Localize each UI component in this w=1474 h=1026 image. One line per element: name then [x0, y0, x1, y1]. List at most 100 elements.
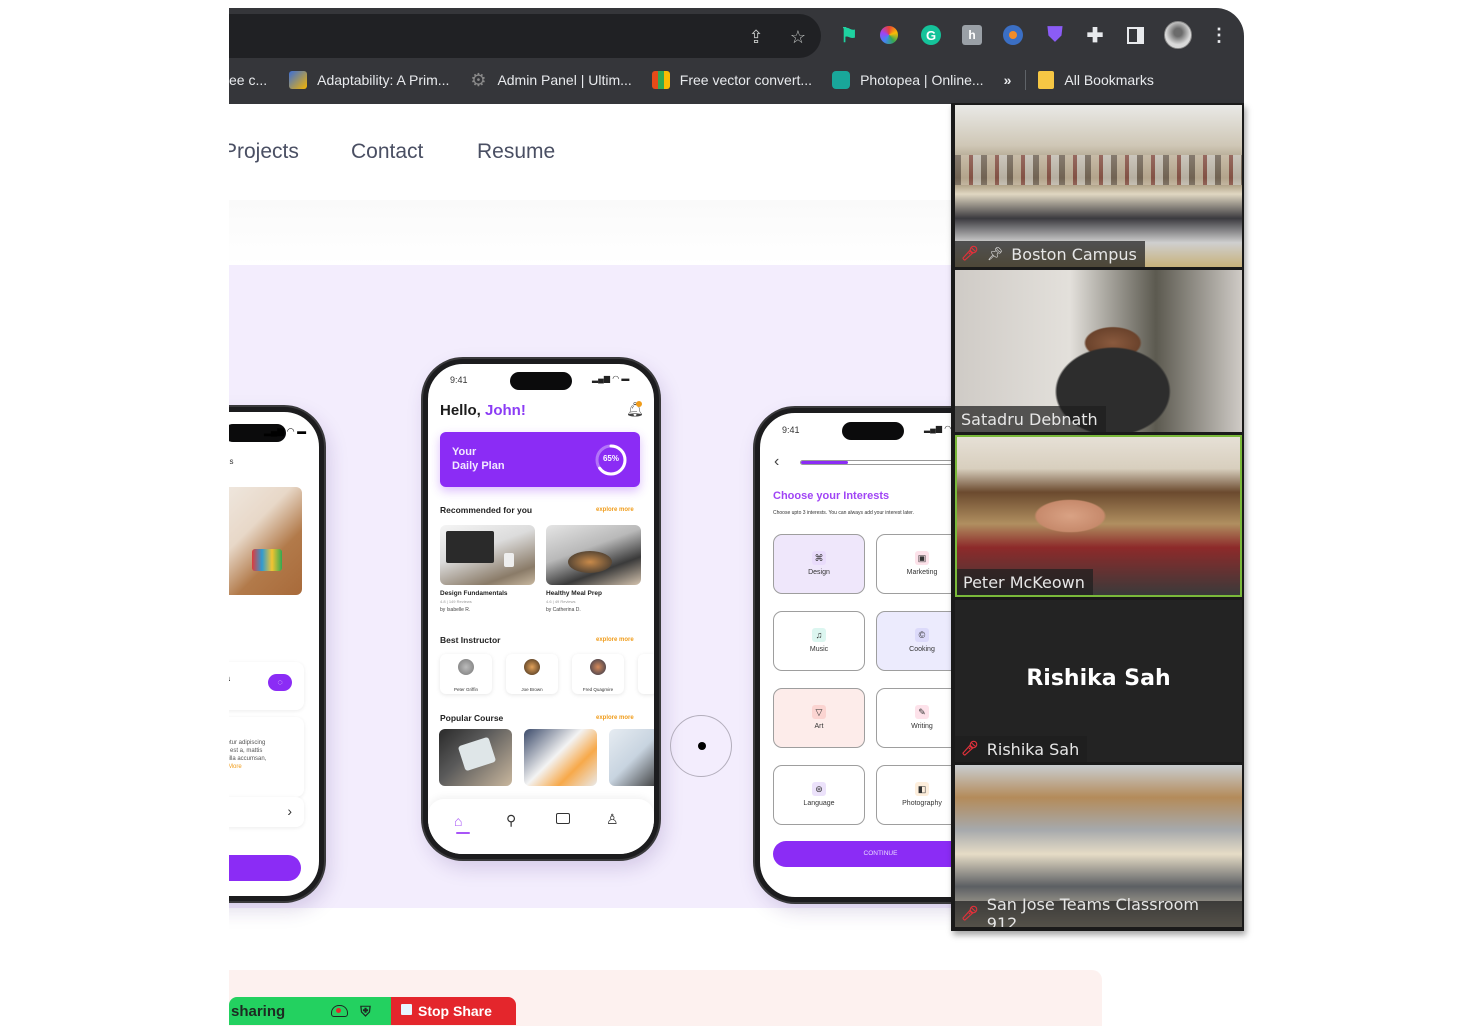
marketing-icon: ▣: [915, 551, 929, 565]
extensions-puzzle-icon[interactable]: ✚: [1083, 23, 1107, 47]
bookmarks-overflow-button[interactable]: »: [1004, 72, 1012, 88]
bookmark-1[interactable]: Adaptability: A Prim...: [289, 71, 449, 89]
avatar: [458, 659, 474, 675]
more-menu-icon[interactable]: ⋮: [1207, 23, 1231, 47]
shield-extension-icon[interactable]: ⛊: [1043, 23, 1067, 47]
bottom-tab-bar: ⌂ ⚲ ♙: [428, 799, 654, 854]
explore-more-instructor[interactable]: explore more: [596, 637, 634, 643]
status-icons: ▂▄▆ ◠ ▬: [264, 426, 307, 436]
section-title-instructor: Best Instructor: [440, 635, 501, 645]
participant-tile-2[interactable]: Peter McKeown: [955, 435, 1242, 597]
nav-resume[interactable]: Resume: [477, 140, 555, 164]
address-bar[interactable]: ⇪ ☆: [229, 14, 821, 58]
greeting: Hello, John!: [440, 402, 526, 419]
stop-icon: [401, 1003, 412, 1015]
chevron-right-icon: ›: [287, 803, 292, 819]
color-wheel-extension-icon[interactable]: [877, 23, 901, 47]
participant-name-tag: 🎤︎ San Jose Teams Classroom 912: [955, 895, 1242, 927]
bookmark-0[interactable]: ee c...: [229, 72, 267, 88]
chat-icon[interactable]: [556, 813, 570, 824]
art-icon: ▽: [812, 705, 826, 719]
folder-icon: [1038, 71, 1055, 89]
course-card-0: Design Fundamentals 4.8 | 149 Reviews by…: [440, 590, 508, 613]
nav-projects[interactable]: Projects: [229, 140, 299, 164]
bookmark-2[interactable]: ⚙ Admin Panel | Ultim...: [469, 71, 631, 89]
status-icons: ▂▄▆ ◠ ▬: [592, 374, 630, 383]
adaptability-icon: [289, 71, 308, 89]
bookmark-star-icon[interactable]: ☆: [787, 26, 809, 48]
participant-tile-1[interactable]: Satadru Debnath: [955, 270, 1242, 432]
popular-course-0[interactable]: [439, 729, 512, 786]
list-row[interactable]: ›: [229, 797, 304, 827]
explore-more-recommended[interactable]: explore more: [596, 507, 634, 513]
search-icon[interactable]: ⚲: [506, 812, 516, 829]
instructor-card-0[interactable]: Peter Griffin: [440, 654, 492, 694]
bookmark-3[interactable]: Free vector convert...: [651, 71, 812, 89]
sharing-status-bar: sharing ⛨: [229, 997, 391, 1025]
enroll-button[interactable]: [229, 855, 301, 881]
interest-language[interactable]: ⊛ Language: [773, 765, 865, 825]
bookmark-4[interactable]: Photopea | Online...: [832, 71, 984, 89]
photography-icon: ◧: [915, 782, 929, 796]
read-more-link[interactable]: l More: [229, 763, 304, 771]
status-time: 9:41: [782, 425, 800, 435]
share-icon[interactable]: ⇪: [745, 26, 767, 48]
course-image-design[interactable]: [440, 525, 535, 585]
avatar: [524, 659, 540, 675]
popular-course-2[interactable]: [609, 729, 654, 786]
interest-art[interactable]: ▽ Art: [773, 688, 865, 748]
grammarly-extension-icon[interactable]: G: [919, 23, 943, 47]
language-icon: ⊛: [812, 782, 826, 796]
explore-more-popular[interactable]: explore more: [596, 715, 634, 721]
chat-button[interactable]: ◌: [268, 674, 292, 691]
home-icon[interactable]: ⌂: [454, 813, 462, 829]
interest-music[interactable]: ♫ Music: [773, 611, 865, 671]
participant-tile-3[interactable]: Rishika Sah 🎤︎ Rishika Sah: [955, 600, 1242, 762]
interests-title: Choose your Interests: [773, 490, 890, 502]
status-time: 9:41: [450, 375, 468, 385]
h-extension-icon[interactable]: h: [960, 23, 984, 47]
section-title-popular: Popular Course: [440, 713, 504, 723]
nav-contact[interactable]: Contact: [351, 140, 423, 164]
daily-plan-card[interactable]: Your Daily Plan 65%: [440, 432, 640, 487]
dynamic-island: [510, 372, 572, 390]
vector-convert-icon: [651, 71, 670, 89]
profile-avatar[interactable]: [1163, 20, 1193, 50]
profile-icon[interactable]: ♙: [606, 811, 619, 828]
back-chevron-icon[interactable]: ‹: [774, 453, 779, 471]
interest-design[interactable]: ⌘ Design: [773, 534, 865, 594]
bookmarks-bar: ee c... Adaptability: A Prim... ⚙ Admin …: [229, 64, 1244, 96]
instructor-card-1[interactable]: Joe Brown: [506, 654, 558, 694]
phone-mockup-details: ▂▄▆ ◠ ▬ ils a ◌ tetur adipiscing n est a…: [229, 407, 324, 901]
meeting-participants-panel: 🎤︎ 📌︎ Boston Campus Satadru Debnath Pete…: [951, 103, 1244, 931]
notification-dot: [636, 401, 642, 407]
writing-icon: ✎: [915, 705, 929, 719]
section-title-recommended: Recommended for you: [440, 505, 533, 515]
cursor-dot: [698, 742, 706, 750]
design-icon: ⌘: [812, 551, 826, 565]
course-image-meal[interactable]: [546, 525, 641, 585]
instructor-card-2[interactable]: Fred Quagmire: [572, 654, 624, 694]
side-panel-icon[interactable]: [1123, 23, 1147, 47]
bookmarks-divider: [1025, 70, 1027, 90]
avatar: [590, 659, 606, 675]
interests-subtitle: Choose upto 3 interests. You can always …: [773, 510, 914, 516]
stop-share-button[interactable]: Stop Share: [391, 997, 516, 1025]
security-shield-icon[interactable]: ⛨: [360, 1003, 371, 1020]
participant-name-tag: 🎤︎ Rishika Sah: [955, 736, 1088, 762]
runner-extension-icon[interactable]: ⚑: [837, 23, 861, 47]
popular-course-1[interactable]: [524, 729, 597, 786]
pin-icon[interactable]: 📌︎: [987, 247, 1004, 262]
course-card-1: Healthy Meal Prep 4.6 | 49 Reviews by Ca…: [546, 590, 602, 613]
photopea-icon: [832, 71, 851, 89]
dynamic-island: [842, 422, 904, 440]
muted-mic-icon: 🎤︎: [961, 246, 979, 262]
instructor-card-3[interactable]: [638, 654, 654, 694]
all-bookmarks-button[interactable]: All Bookmarks: [1038, 71, 1154, 89]
participant-tile-4[interactable]: 🎤︎ San Jose Teams Classroom 912: [955, 765, 1242, 927]
fox-extension-icon[interactable]: [1001, 23, 1025, 47]
active-tab-indicator: [456, 832, 470, 834]
cloud-record-icon[interactable]: [331, 1005, 349, 1017]
participant-tile-0[interactable]: 🎤︎ 📌︎ Boston Campus: [955, 105, 1242, 267]
screen-title: ils: [229, 457, 234, 466]
